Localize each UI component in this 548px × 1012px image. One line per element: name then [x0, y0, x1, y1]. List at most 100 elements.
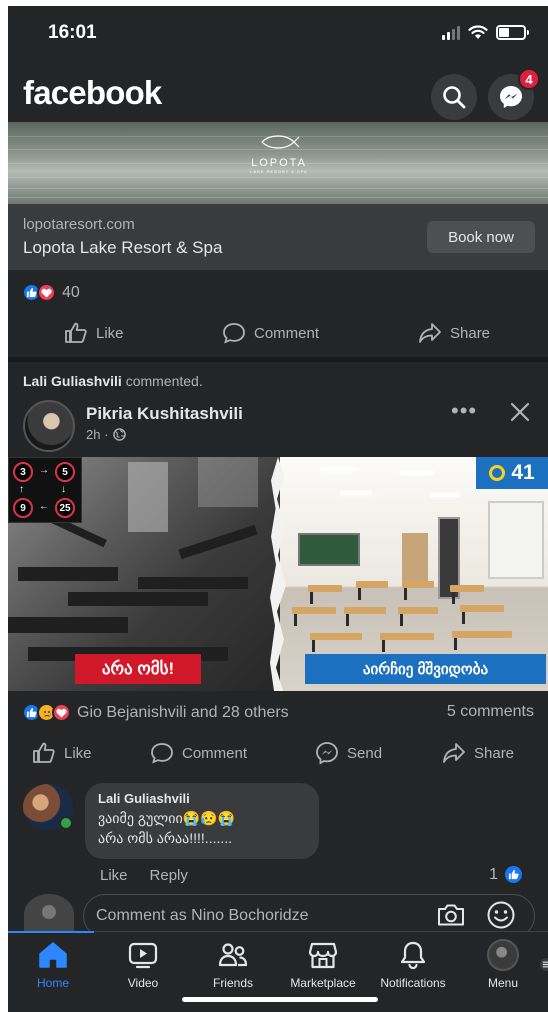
search-icon [443, 86, 466, 109]
post-image[interactable]: 3 → 5 ↑ ↓ 9 ← 25 41 არა ომს! აირჩიე მშვი… [8, 457, 548, 691]
comment-likes[interactable]: 1 [489, 864, 524, 885]
share-icon [443, 743, 465, 763]
send-label: Send [347, 744, 383, 762]
fish-icon [261, 135, 300, 149]
commenter-name[interactable]: Lali Guliashvili [98, 791, 306, 806]
globe-icon [113, 428, 127, 441]
ad-link-bar[interactable]: lopotaresort.com Lopota Lake Resort & Sp… [8, 204, 548, 270]
share-icon [419, 323, 441, 343]
camera-icon[interactable] [436, 903, 466, 927]
book-now-button[interactable]: Book now [427, 221, 535, 253]
love-reaction-icon [52, 703, 71, 722]
tab-menu-label: Menu [487, 976, 519, 990]
tab-friends-label: Friends [212, 976, 253, 990]
tab-menu[interactable]: Menu [458, 939, 548, 990]
menu-avatar [487, 939, 519, 971]
no-war-banner: არა ომს! [75, 654, 201, 684]
ad-title: Lopota Lake Resort & Spa [23, 238, 223, 257]
post-reactions[interactable]: Gio Bejanishvili and 28 others [22, 703, 289, 722]
app-header: facebook 4 [8, 62, 548, 122]
thumbs-up-icon [33, 742, 55, 763]
comment-button[interactable]: Comment [150, 742, 247, 764]
like-label: Like [64, 744, 92, 762]
comment-actions: Like Reply [100, 867, 188, 884]
comment-button[interactable]: Comment [222, 322, 319, 344]
tab-home-label: Home [36, 976, 69, 990]
tab-video-label: Video [127, 976, 159, 990]
ad-reactions[interactable]: 40 [22, 283, 80, 302]
share-button[interactable]: Share [418, 322, 490, 344]
search-button[interactable] [431, 74, 477, 120]
ad-action-bar: Like Comment Share [8, 311, 548, 355]
reactors-text: Gio Bejanishvili and 28 others [77, 703, 289, 721]
like-button[interactable]: Like [64, 322, 124, 344]
comment-icon [151, 743, 173, 764]
score-value: 41 [511, 461, 535, 484]
comments-count[interactable]: 5 comments [447, 703, 534, 721]
comment-icon [223, 323, 245, 344]
comment-text: ვაიმე გულიი😭😥😭 არა ომს არაა!!!!....... [98, 810, 235, 846]
share-label: Share [474, 744, 515, 762]
wifi-icon [468, 25, 488, 39]
video-icon [128, 942, 158, 969]
author-avatar[interactable] [23, 400, 75, 452]
comment-input-placeholder: Comment as Nino Bochoridze [96, 907, 309, 924]
tab-home[interactable]: Home [8, 940, 98, 990]
love-reaction-icon [37, 283, 56, 302]
activity-line: Lali Guliashvili commented. [23, 373, 203, 389]
channel-score: 41 [476, 457, 548, 489]
post-separator [8, 357, 548, 362]
post-action-bar: Like Comment Send Share [8, 731, 548, 775]
home-icon [39, 942, 67, 968]
messenger-button[interactable]: 4 [488, 68, 540, 120]
tab-marketplace[interactable]: Marketplace [278, 940, 368, 990]
like-button[interactable]: Like [32, 742, 92, 764]
close-icon[interactable] [508, 400, 532, 424]
comment-bubble[interactable]: Lali Guliashvili ვაიმე გულიი😭😥😭 არა ომს … [85, 783, 319, 859]
resort-logo-text: LOPOTA [251, 157, 307, 169]
messenger-icon [500, 86, 522, 108]
bell-icon [400, 941, 426, 970]
post-time[interactable]: 2h · [86, 427, 108, 442]
number-puzzle: 3 → 5 ↑ ↓ 9 ← 25 [8, 457, 82, 523]
tab-friends[interactable]: Friends [188, 940, 278, 990]
messenger-send-icon [316, 742, 338, 765]
phone-screen: 16:01 facebook 4 LOPOTA LAKE RESORT & SP… [8, 6, 548, 1012]
messenger-badge: 4 [518, 68, 540, 90]
tab-video[interactable]: Video [98, 940, 188, 990]
status-time: 16:01 [48, 22, 97, 43]
share-button[interactable]: Share [442, 742, 514, 764]
choose-peace-banner: აირჩიე მშვიდობა [305, 654, 546, 684]
post-meta: 2h · [86, 427, 127, 442]
ad-image[interactable]: LOPOTA LAKE RESORT & SPA [8, 122, 548, 204]
comment-like-button[interactable]: Like [100, 867, 128, 884]
puzzle-number: 9 [13, 498, 33, 518]
puzzle-number: 25 [55, 498, 75, 518]
activity-user[interactable]: Lali Guliashvili [23, 373, 122, 389]
battery-icon [496, 25, 529, 40]
tab-notifications[interactable]: Notifications [368, 940, 458, 990]
signal-icon [442, 25, 460, 40]
resort-logo: LOPOTA LAKE RESORT & SPA [234, 134, 324, 174]
comment-label: Comment [254, 324, 320, 342]
like-reaction-icon [503, 864, 524, 885]
comment-reply-button[interactable]: Reply [150, 867, 188, 884]
status-icons [442, 25, 529, 40]
more-options-button[interactable]: ••• [451, 398, 477, 424]
tab-marketplace-label: Marketplace [290, 976, 356, 990]
marketplace-icon [308, 942, 338, 969]
send-button[interactable]: Send [315, 741, 382, 765]
friends-icon [218, 943, 248, 967]
comment-label: Comment [182, 744, 248, 762]
menu-icon [539, 957, 548, 972]
like-label: Like [96, 324, 124, 342]
emoji-icon[interactable] [486, 900, 516, 930]
activity-text: commented. [121, 373, 203, 389]
facebook-logo: facebook [23, 74, 162, 111]
ad-domain: lopotaresort.com [23, 216, 135, 233]
share-label: Share [450, 324, 491, 342]
post-author[interactable]: Pikria Kushitashvili [86, 404, 243, 424]
home-indicator[interactable] [182, 997, 378, 1002]
status-bar: 16:01 [8, 6, 548, 62]
puzzle-number: 3 [13, 462, 33, 482]
